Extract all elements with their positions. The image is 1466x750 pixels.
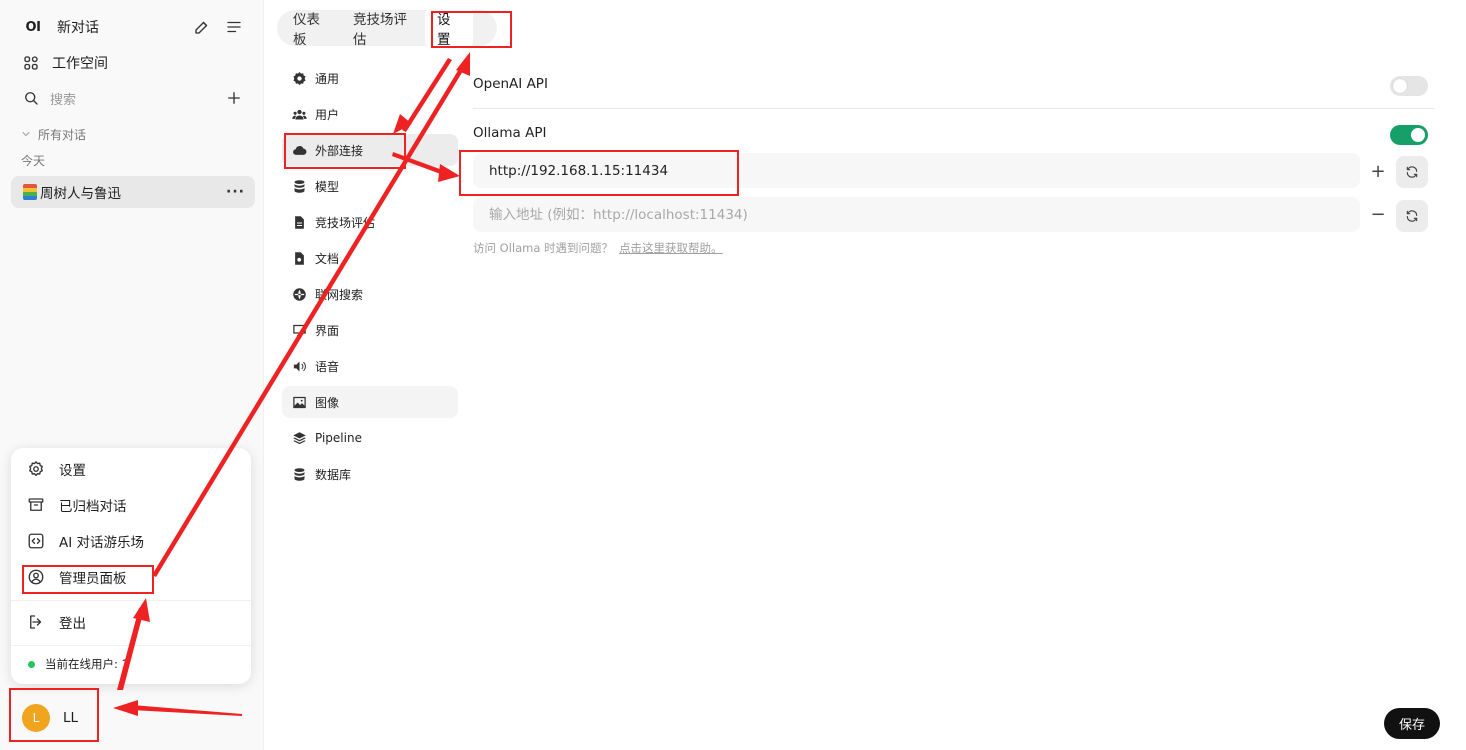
new-chat-label[interactable]: 新对话 [57, 17, 99, 37]
nav-item-web-search[interactable]: 联网搜索 [282, 278, 458, 310]
menu-label: AI 对话游乐场 [59, 535, 145, 551]
nav-label: 数据库 [315, 467, 352, 482]
nav-label: 竞技场评估 [315, 215, 376, 230]
refresh-icon [1406, 210, 1418, 222]
nav-item-pipelines[interactable]: Pipeline [282, 422, 458, 454]
nav-item-general[interactable]: 通用 [282, 62, 458, 94]
workspace-link[interactable]: 工作空间 [12, 48, 251, 78]
chat-title: 周树人与鲁迅 [40, 186, 121, 202]
online-users-status: 当前在线用户: 1 [28, 656, 129, 672]
new-chat-row[interactable]: OI 新对话 [12, 12, 251, 42]
new-ollama-url-input[interactable] [489, 206, 1360, 223]
image-icon [291, 394, 307, 410]
workspace-label: 工作空间 [52, 56, 108, 72]
search-row[interactable]: 搜索 [12, 83, 251, 113]
nav-item-database[interactable]: 数据库 [282, 458, 458, 490]
remove-connection-button[interactable]: − [1370, 204, 1386, 225]
ollama-api-title: Ollama API [473, 125, 547, 141]
nav-item-documents[interactable]: 文档 [282, 242, 458, 274]
search-input[interactable]: 搜索 [50, 89, 76, 108]
menu-label: 设置 [59, 463, 86, 479]
tab-dashboard[interactable]: 仪表板 [293, 8, 329, 48]
apps-icon [22, 54, 40, 72]
chat-list-item[interactable]: 周树人与鲁迅 ··· [11, 176, 255, 208]
code-icon [27, 532, 45, 550]
search-icon [22, 89, 40, 107]
nav-label: 文档 [315, 251, 340, 266]
document-icon [291, 214, 307, 230]
all-chats-folder[interactable]: 所有对话 [12, 120, 251, 148]
verify-connection-button[interactable] [1396, 200, 1428, 232]
openai-api-toggle[interactable] [1390, 76, 1428, 96]
gear-icon [27, 460, 45, 478]
menu-label: 登出 [59, 616, 86, 632]
books-emoji-icon [23, 184, 37, 200]
gear-icon [291, 70, 307, 86]
annotation-box-user-profile [9, 688, 99, 742]
app-logo: OI [25, 19, 41, 35]
today-group: 今天 [12, 146, 251, 174]
new-ollama-url-field[interactable] [473, 197, 1360, 232]
nav-label: 通用 [315, 71, 340, 86]
verify-connection-button[interactable] [1396, 156, 1428, 188]
today-label: 今天 [21, 153, 46, 168]
help-text: 访问 Ollama 时遇到问题？ [473, 241, 614, 255]
nav-item-evaluations[interactable]: 竞技场评估 [282, 206, 458, 238]
database-icon [291, 178, 307, 194]
nav-label: 界面 [315, 323, 340, 338]
online-dot-icon [28, 660, 35, 668]
menu-label: 已归档对话 [59, 499, 127, 515]
menu-item-settings[interactable]: 设置 [27, 455, 239, 483]
nav-label: 联网搜索 [315, 287, 364, 302]
users-icon [291, 106, 307, 122]
logout-icon [27, 613, 45, 631]
ollama-help-text: 访问 Ollama 时遇到问题？ 点击这里获取帮助。 [473, 240, 723, 256]
nav-item-models[interactable]: 模型 [282, 170, 458, 202]
speaker-icon [291, 358, 307, 374]
globe-icon [291, 286, 307, 302]
help-link[interactable]: 点击这里获取帮助。 [619, 241, 723, 255]
add-folder-icon[interactable] [225, 89, 243, 107]
ollama-api-toggle[interactable] [1390, 125, 1428, 145]
more-options-icon[interactable]: ··· [226, 184, 245, 200]
layers-icon [291, 430, 307, 446]
menu-item-logout[interactable]: 登出 [27, 608, 239, 636]
save-button[interactable]: 保存 [1384, 708, 1440, 739]
nav-label: 模型 [315, 179, 340, 194]
add-connection-button[interactable]: + [1370, 161, 1386, 182]
nav-label: 用户 [315, 107, 340, 122]
monitor-icon [291, 322, 307, 338]
annotation-box-settings-tab [431, 11, 512, 48]
nav-label: 图像 [315, 395, 340, 410]
nav-label: 语音 [315, 359, 340, 374]
refresh-icon [1406, 166, 1418, 178]
database-icon [291, 466, 307, 482]
nav-label: Pipeline [315, 431, 362, 445]
edit-icon[interactable] [193, 18, 211, 36]
sidebar: OI 新对话 工作空间 搜索 所有对话 今天 周树人与鲁迅 ··· 设置 已归档… [0, 0, 264, 750]
nav-item-interface[interactable]: 界面 [282, 314, 458, 346]
annotation-box-ollama-url [459, 150, 739, 196]
menu-icon[interactable] [225, 18, 243, 36]
nav-item-audio[interactable]: 语音 [282, 350, 458, 382]
nav-item-images[interactable]: 图像 [282, 386, 458, 418]
section-divider [473, 108, 1435, 109]
annotation-box-admin-panel [22, 565, 154, 594]
menu-item-archived[interactable]: 已归档对话 [27, 491, 239, 519]
nav-item-users[interactable]: 用户 [282, 98, 458, 130]
menu-item-playground[interactable]: AI 对话游乐场 [27, 527, 239, 555]
document-search-icon [291, 250, 307, 266]
chevron-down-icon [20, 125, 32, 143]
menu-divider [11, 645, 251, 646]
openai-api-title: OpenAI API [473, 76, 548, 92]
archive-icon [27, 496, 45, 514]
tab-arena-evaluation[interactable]: 竞技场评估 [353, 8, 413, 48]
menu-divider [11, 600, 251, 601]
online-users-label: 当前在线用户: 1 [45, 657, 129, 671]
annotation-box-connections-nav [284, 133, 406, 169]
all-chats-label: 所有对话 [38, 127, 87, 142]
